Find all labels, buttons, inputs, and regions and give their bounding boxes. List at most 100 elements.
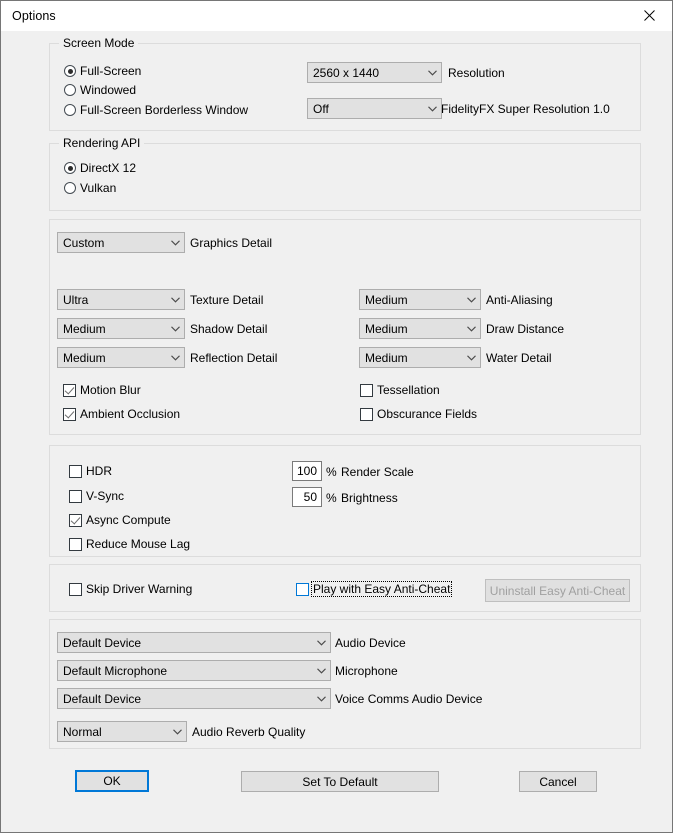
checkbox-v-sync[interactable]: V-Sync [69,489,125,503]
radio-indicator-full-screen-borderless [64,104,76,116]
checkbox-skip-driver-warning[interactable]: Skip Driver Warning [69,582,193,596]
render-scale-input[interactable]: 100 [292,461,322,481]
texture-detail-value: Ultra [58,293,167,307]
audio-device-label: Audio Device [335,636,406,650]
checkbox-indicator-reduce-mouse-lag [69,538,82,551]
radio-label-full-screen-borderless: Full-Screen Borderless Window [80,103,248,117]
cancel-button-label: Cancel [539,775,576,789]
brightness-value: 50 [304,490,317,504]
texture-detail-dropdown[interactable]: Ultra [57,289,185,310]
reflection-detail-dropdown[interactable]: Medium [57,347,185,368]
audio-reverb-quality-label: Audio Reverb Quality [192,725,305,739]
chevron-down-icon [463,326,480,332]
chevron-down-icon [167,326,184,332]
texture-detail-label: Texture Detail [190,293,263,307]
microphone-value: Default Microphone [58,664,313,678]
water-detail-dropdown[interactable]: Medium [359,347,481,368]
checkbox-ambient-occlusion[interactable]: Ambient Occlusion [63,407,181,421]
chevron-down-icon [167,297,184,303]
radio-directx-12[interactable]: DirectX 12 [64,161,136,175]
checkbox-indicator-hdr [69,465,82,478]
anti-aliasing-dropdown[interactable]: Medium [359,289,481,310]
voice-comms-audio-device-dropdown[interactable]: Default Device [57,688,331,709]
fsr-dropdown[interactable]: Off [307,98,442,119]
title-bar: Options [1,1,672,32]
resolution-value: 2560 x 1440 [308,66,424,80]
checkbox-label-async-compute: Async Compute [85,513,172,527]
close-icon[interactable] [627,1,672,30]
checkbox-indicator-v-sync [69,490,82,503]
set-to-default-button-label: Set To Default [302,775,377,789]
ok-button-label: OK [103,774,120,788]
chevron-down-icon [424,106,441,112]
checkbox-label-v-sync: V-Sync [85,489,125,503]
cancel-button[interactable]: Cancel [519,771,597,792]
chevron-down-icon [167,240,184,246]
audio-reverb-quality-dropdown[interactable]: Normal [57,721,187,742]
chevron-down-icon [463,355,480,361]
chevron-down-icon [424,70,441,76]
microphone-dropdown[interactable]: Default Microphone [57,660,331,681]
draw-distance-dropdown[interactable]: Medium [359,318,481,339]
checkbox-indicator-async-compute [69,514,82,527]
checkbox-play-with-easy-anti-cheat[interactable]: Play with Easy Anti-Cheat [296,582,451,596]
audio-device-dropdown[interactable]: Default Device [57,632,331,653]
audio-reverb-quality-value: Normal [58,725,169,739]
checkbox-tessellation[interactable]: Tessellation [360,383,441,397]
checkbox-label-hdr: HDR [85,464,113,478]
reflection-detail-value: Medium [58,351,167,365]
radio-full-screen[interactable]: Full-Screen [64,64,141,78]
radio-indicator-full-screen [64,65,76,77]
uninstall-easy-anti-cheat-button[interactable]: Uninstall Easy Anti-Cheat [485,579,630,602]
radio-indicator-windowed [64,84,76,96]
fsr-label: FidelityFX Super Resolution 1.0 [441,102,610,116]
chevron-down-icon [313,640,330,646]
uninstall-easy-anti-cheat-label: Uninstall Easy Anti-Cheat [490,584,625,598]
checkbox-indicator-skip-driver-warning [69,583,82,596]
checkbox-indicator-tessellation [360,384,373,397]
water-detail-value: Medium [360,351,463,365]
dialog-content: Screen Mode Full-Screen Windowed Full-Sc… [1,31,672,832]
audio-device-value: Default Device [58,636,313,650]
checkbox-indicator-obscurance-fields [360,408,373,421]
radio-windowed[interactable]: Windowed [64,83,136,97]
checkbox-indicator-motion-blur [63,384,76,397]
brightness-input[interactable]: 50 [292,487,322,507]
chevron-down-icon [463,297,480,303]
radio-label-windowed: Windowed [80,83,136,97]
rendering-api-group: Rendering API [49,143,641,211]
checkbox-obscurance-fields[interactable]: Obscurance Fields [360,407,478,421]
radio-label-directx-12: DirectX 12 [80,161,136,175]
set-to-default-button[interactable]: Set To Default [241,771,439,792]
screen-mode-legend: Screen Mode [59,36,138,50]
render-scale-value: 100 [297,464,317,478]
radio-label-full-screen: Full-Screen [80,64,141,78]
checkbox-motion-blur[interactable]: Motion Blur [63,383,142,397]
water-detail-label: Water Detail [486,351,552,365]
checkbox-async-compute[interactable]: Async Compute [69,513,172,527]
shadow-detail-label: Shadow Detail [190,322,267,336]
rendering-api-legend: Rendering API [59,136,144,150]
shadow-detail-dropdown[interactable]: Medium [57,318,185,339]
checkbox-label-play-with-easy-anti-cheat: Play with Easy Anti-Cheat [312,582,451,596]
checkbox-label-tessellation: Tessellation [376,383,441,397]
shadow-detail-value: Medium [58,322,167,336]
options-dialog: Options Screen Mode Full-Screen Windowed… [0,0,673,833]
resolution-dropdown[interactable]: 2560 x 1440 [307,62,442,83]
checkbox-label-obscurance-fields: Obscurance Fields [376,407,478,421]
chevron-down-icon [313,668,330,674]
window-title: Options [12,9,56,23]
radio-indicator-directx-12 [64,162,76,174]
anti-aliasing-label: Anti-Aliasing [486,293,553,307]
ok-button[interactable]: OK [75,770,149,792]
graphics-detail-label: Graphics Detail [190,236,272,250]
checkbox-reduce-mouse-lag[interactable]: Reduce Mouse Lag [69,537,191,551]
graphics-detail-dropdown[interactable]: Custom [57,232,185,253]
chevron-down-icon [313,696,330,702]
radio-full-screen-borderless[interactable]: Full-Screen Borderless Window [64,103,248,117]
radio-vulkan[interactable]: Vulkan [64,181,116,195]
brightness-unit: % [326,491,337,505]
radio-label-vulkan: Vulkan [80,181,116,195]
checkbox-hdr[interactable]: HDR [69,464,113,478]
resolution-label: Resolution [448,66,505,80]
